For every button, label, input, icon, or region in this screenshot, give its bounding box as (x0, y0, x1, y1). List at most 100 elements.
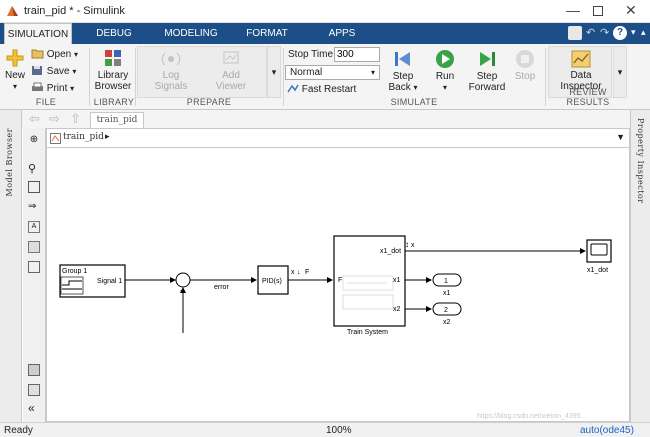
subsystem-input-f: F (338, 277, 342, 284)
tab-format[interactable]: FORMAT (240, 23, 294, 44)
pid-out-arrow-icon: ↓ (297, 269, 301, 276)
new-icon (6, 49, 24, 67)
annotation-icon[interactable]: A (28, 221, 40, 233)
solver-link[interactable]: auto(ode45) (580, 424, 634, 437)
step-forward-button[interactable]: Step Forward (468, 49, 506, 93)
model-tab[interactable]: train_pid (90, 112, 144, 128)
group-label: Group 1 (62, 268, 87, 275)
maximize-button[interactable] (593, 6, 603, 16)
model-browser-panel[interactable]: Model Browser (0, 110, 22, 422)
chevron-down-icon: ▾ (370, 68, 375, 77)
run-button[interactable]: Run ▾ (428, 49, 462, 93)
breadcrumb-dropdown-icon[interactable]: ▼ (616, 132, 625, 142)
close-button[interactable]: ✕ (625, 2, 637, 19)
tab-debug[interactable]: DEBUG (88, 23, 140, 44)
library-grid-icon (105, 50, 121, 66)
prepare-gallery-expand[interactable]: ▾ (267, 46, 281, 98)
stop-button[interactable]: Stop (510, 49, 540, 82)
undo-icon[interactable]: ↶ (586, 26, 595, 39)
help-dropdown-icon[interactable]: ▾ (631, 27, 636, 38)
outport-1-name: x1 (443, 290, 451, 297)
status-ready: Ready (4, 425, 33, 436)
run-label: Run (435, 71, 455, 82)
simulation-mode-value: Normal (290, 67, 323, 78)
data-inspector-label-1: Data (570, 70, 592, 81)
up-arrow-icon[interactable]: ⇧ (70, 111, 81, 127)
stop-icon (516, 50, 534, 68)
property-inspector-label[interactable]: Property Inspector (636, 118, 645, 204)
pid-out-x: x (291, 269, 295, 276)
fast-restart-toggle[interactable]: Fast Restart (287, 82, 356, 98)
breadcrumb-chevron-icon: ▸ (105, 131, 110, 141)
watermark: https://blog.csdn.net/weixin_4395... (477, 413, 586, 420)
simulation-mode-select[interactable]: Normal ▾ (285, 65, 380, 80)
model-browser-label[interactable]: Model Browser (5, 128, 14, 197)
scope-block[interactable] (586, 239, 612, 263)
title-bar: train_pid * - Simulink — ✕ (0, 0, 650, 23)
save-label: Save (46, 66, 70, 77)
hide-browser-icon[interactable]: ⊕ (28, 134, 40, 146)
property-inspector-panel[interactable]: Property Inspector (630, 110, 650, 422)
back-arrow-icon[interactable]: ⇦ (29, 111, 40, 127)
forward-arrow-icon[interactable]: ⇨ (49, 111, 60, 127)
new-button[interactable]: New ▾ (3, 48, 27, 92)
step-back-label-2: Back (388, 82, 411, 93)
tab-modeling[interactable]: MODELING (160, 23, 222, 44)
zoom-icon[interactable]: ⚲ (28, 162, 40, 175)
library-section-label: LIBRARY (93, 97, 135, 107)
scope-screen-icon (590, 243, 608, 256)
arrow-icon[interactable]: ⇒ (28, 201, 40, 213)
model-canvas[interactable]: Group 1 Signal 1 - error PID(s) x ↓ F F … (46, 148, 630, 422)
stop-label: Stop (514, 71, 536, 82)
screenshot-icon[interactable] (28, 364, 40, 376)
add-viewer-icon (223, 51, 239, 64)
area-icon[interactable] (28, 261, 40, 273)
help-icon[interactable]: ? (613, 26, 627, 40)
log-signals-button[interactable]: Log Signals (150, 50, 192, 92)
status-bar: Ready 100% auto(ode45) (0, 422, 650, 437)
collapse-ribbon-icon[interactable]: ▴ (641, 27, 646, 38)
outport-2[interactable]: 2 (432, 302, 462, 316)
navigation-bar: ⇦ ⇨ ⇧ train_pid (0, 110, 650, 128)
tab-apps[interactable]: APPS (318, 23, 366, 44)
step-back-label-1: Step (392, 71, 414, 82)
print-button[interactable]: Print ▾ (31, 81, 74, 97)
collapse-toolstrip-icon[interactable]: « (28, 402, 40, 415)
pid-block[interactable]: PID(s) (257, 265, 289, 295)
open-label: Open (46, 49, 72, 60)
print-icon (32, 82, 43, 91)
run-icon (436, 50, 454, 68)
data-inspector-icon (571, 50, 591, 68)
scope-name: x1_dot (587, 267, 608, 274)
library-browser-button[interactable]: Library Browser (93, 48, 133, 92)
minimize-button[interactable]: — (566, 2, 580, 18)
add-label-1: Add (222, 70, 240, 81)
error-label: error (214, 284, 229, 291)
outport-1[interactable]: 1 (432, 273, 462, 287)
stop-time-label: Stop Time (288, 49, 334, 60)
x1dot-signal-x: x (411, 242, 415, 249)
fast-restart-icon (287, 84, 299, 93)
step-back-button[interactable]: Step Back ▾ (386, 49, 420, 93)
image-icon[interactable] (28, 241, 40, 253)
stop-time-input[interactable] (334, 47, 380, 62)
file-section-label: FILE (35, 97, 57, 107)
open-button[interactable]: Open ▾ (31, 47, 78, 63)
step-back-icon (395, 52, 410, 66)
tab-simulation[interactable]: SIMULATION (4, 23, 72, 44)
canvas-toolstrip: ⊕ ⚲ ⇒ A « (23, 128, 46, 422)
explorer-bar-icon[interactable] (28, 384, 40, 396)
search-help-icon[interactable] (568, 26, 582, 40)
fit-to-view-icon[interactable] (28, 181, 40, 193)
data-inspector-button[interactable]: Data Inspector (554, 50, 608, 92)
save-button[interactable]: Save ▾ (31, 64, 76, 80)
signal-builder-block[interactable]: Group 1 Signal 1 (59, 264, 126, 298)
add-viewer-button[interactable]: Add Viewer (210, 50, 252, 92)
log-signals-icon (161, 52, 181, 66)
step-forward-icon (480, 52, 495, 66)
train-system-subsystem[interactable]: F x1_dot x1 x2 (333, 235, 406, 327)
redo-icon[interactable]: ↷ (600, 26, 609, 39)
simulink-logo-icon (7, 6, 18, 16)
block-diagram: Group 1 Signal 1 - error PID(s) x ↓ F F … (59, 235, 612, 420)
breadcrumb-model[interactable]: train_pid (63, 132, 104, 142)
